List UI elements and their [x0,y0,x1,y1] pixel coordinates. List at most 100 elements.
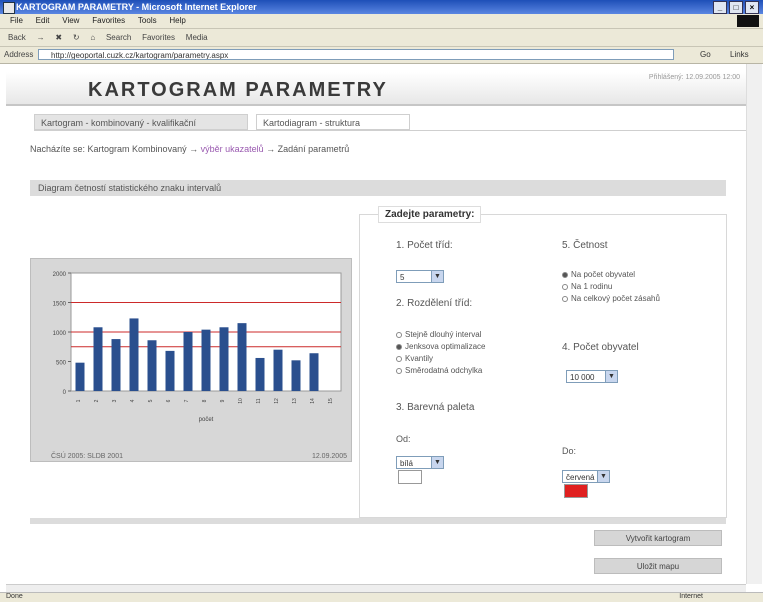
refresh-icon[interactable]: ↻ [73,29,80,46]
home-icon[interactable]: ⌂ [90,29,95,46]
chart-bar [255,357,265,391]
chart-bar [309,353,319,391]
chart-bar [165,350,175,391]
param-class-count-title: 1. Počet tříd: [396,240,453,251]
address-bar: Address http://geoportal.cuzk.cz/kartogr… [0,47,763,64]
stop-icon[interactable]: ✖ [55,29,62,46]
chart-bar [219,327,229,391]
chevron-down-icon: ▼ [431,271,443,282]
radio-label: Jenksova optimalizace [405,342,486,351]
go-button[interactable]: Go [700,50,711,59]
windows-logo-icon [737,15,759,27]
chevron-down-icon: ▼ [597,471,609,482]
population-value: 10 000 [570,373,595,382]
radio-dot [396,332,402,338]
chart-bar [129,318,139,391]
tab-kartogram[interactable]: Kartogram - kombinovaný - kvalifikační [34,114,248,130]
page-content: KARTOGRAM PARAMETRY Přihlášený: 12.09.20… [6,64,746,584]
maximize-icon[interactable]: □ [729,1,743,14]
radio-label: Na počet obyvatel [571,270,636,279]
y-tick-label: 2000 [53,272,67,278]
search-button[interactable]: Search [106,29,131,46]
x-tick-label: 8 [202,399,208,402]
address-label: Address [4,50,34,59]
y-tick-label: 0 [63,390,67,396]
class-count-select[interactable]: 5 ▼ [396,270,444,283]
window-title: KARTOGRAM PARAMETRY - Microsoft Internet… [16,2,257,12]
browser-toolbar: Back → ✖ ↻ ⌂ Search Favorites Media [0,29,763,47]
param-frequency-title: 5. Četnost [562,240,608,251]
radio-dot [562,284,568,290]
radio-dot [562,296,568,302]
class-count-value: 5 [400,273,405,282]
page-title: KARTOGRAM PARAMETRY [88,79,388,101]
x-tick-label: 5 [148,399,154,402]
menu-file[interactable]: File [10,14,23,28]
x-tick-label: 6 [166,399,172,402]
x-tick-label: 1 [76,399,82,402]
chart-source: ČSÚ 2005: SLDB 2001 [51,453,123,460]
x-tick-label: 11 [256,398,262,403]
breadcrumb-link[interactable]: výběr ukazatelů [201,144,264,154]
x-axis-label: počet [199,417,214,423]
palette-from-select[interactable]: bílá ▼ [396,456,444,469]
create-cartogram-button[interactable]: Vytvořit kartogram [594,530,722,546]
chart-svg: 05001000150020001 2 3 4 5 6 7 8 9 10 11 12 13 14 15poč… [53,272,342,423]
x-tick-label: 3 [112,399,118,402]
y-tick-label: 500 [56,361,67,367]
radio-label: Kvantily [405,354,434,363]
palette-to-select[interactable]: červená ▼ [562,470,610,483]
chart-bar [183,332,193,391]
menu-edit[interactable]: Edit [36,14,50,28]
param-palette-title: 3. Barevná paleta [396,402,475,413]
vertical-scrollbar[interactable] [746,64,762,584]
palette-to-swatch [564,484,588,498]
radio-label: Na celkový počet zásahů [571,294,660,303]
menu-favorites[interactable]: Favorites [92,14,125,28]
x-tick-label: 14 [310,398,316,404]
forward-icon[interactable]: → [37,29,45,46]
menu-tools[interactable]: Tools [138,14,157,28]
radio-std-deviation[interactable]: Směrodatná odchylka [396,366,482,375]
breadcrumb-prefix: Nacházíte se: Kartogram Kombinovaný → [30,144,199,154]
links-button[interactable]: Links [730,50,749,59]
radio-equal-interval[interactable]: Stejně dlouhý interval [396,330,482,339]
frequency-chart: 0 500 1000 1500 2000 1 2 3 4 5 6 7 8 9 10 11 12 13 14 15 poč… [30,258,352,462]
radio-per-population[interactable]: Na počet obyvatel [562,270,635,279]
window-titlebar: KARTOGRAM PARAMETRY - Microsoft Internet… [0,0,763,14]
radio-jenks[interactable]: Jenksova optimalizace [396,342,485,351]
chart-bar [237,323,247,391]
close-icon[interactable]: × [745,1,759,14]
chevron-down-icon: ▼ [605,371,617,382]
radio-per-interventions[interactable]: Na celkový počet zásahů [562,294,682,303]
x-tick-label: 2 [94,399,100,402]
page-header: KARTOGRAM PARAMETRY Přihlášený: 12.09.20… [6,72,746,106]
chart-date: 12.09.2005 [311,453,347,460]
minimize-icon[interactable]: _ [713,1,727,14]
media-button[interactable]: Media [186,29,208,46]
y-tick-label: 1000 [53,331,67,337]
address-input[interactable]: http://geoportal.cuzk.cz/kartogram/param… [38,49,674,60]
tab-kartodiagram[interactable]: Kartodiagram - struktura [256,114,410,130]
menu-view[interactable]: View [62,14,79,28]
chart-bar [273,349,283,391]
radio-dot-selected [396,344,402,350]
radio-label: Na 1 rodinu [571,282,613,291]
menu-help[interactable]: Help [169,14,185,28]
save-map-button[interactable]: Uložit mapu [594,558,722,574]
radio-quantiles[interactable]: Kvantily [396,354,433,363]
favorites-button[interactable]: Favorites [142,29,175,46]
x-tick-label: 4 [130,399,136,402]
parameters-legend: Zadejte parametry: [378,206,482,223]
radio-per-family[interactable]: Na 1 rodinu [562,282,612,291]
section-title: Diagram četností statistického znaku int… [30,180,726,196]
chart-bar [201,329,211,391]
bottom-divider [30,518,726,524]
chart-bar [291,360,301,391]
back-button[interactable]: Back [8,29,26,46]
population-select[interactable]: 10 000 ▼ [566,370,618,383]
radio-label: Směrodatná odchylka [405,366,483,375]
window-controls: _ □ × [713,1,759,14]
breadcrumb-suffix: → Zadání parametrů [266,144,350,154]
palette-to-value: červená [566,473,595,482]
